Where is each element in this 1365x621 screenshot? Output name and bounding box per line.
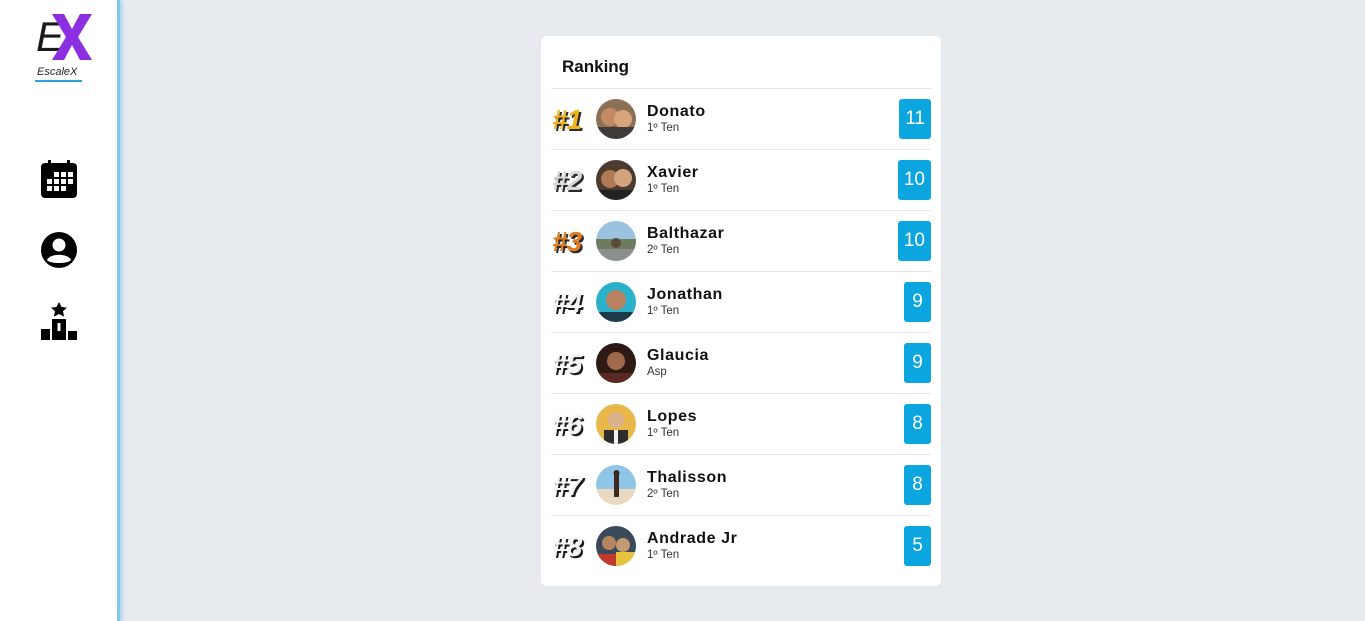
- logo-underline: [35, 80, 82, 82]
- member-grade: 2º Ten: [647, 244, 680, 256]
- avatar: [596, 343, 636, 383]
- score-badge: 9: [904, 282, 931, 322]
- sidebar: E EscaleX: [0, 0, 120, 621]
- member-grade: 1º Ten: [647, 305, 680, 317]
- member-name: Balthazar: [647, 225, 725, 242]
- avatar: [596, 282, 636, 322]
- logo-x-mark: [52, 14, 92, 60]
- avatar: [596, 221, 636, 261]
- score-badge: 8: [904, 465, 931, 505]
- nav-ranking[interactable]: [40, 302, 78, 340]
- avatar: [596, 404, 636, 444]
- nav-calendar[interactable]: [40, 160, 78, 198]
- ranking-row[interactable]: #6 Lopes 1º Ten 8: [551, 394, 931, 455]
- rank-position: #8: [552, 531, 582, 562]
- nav-profile[interactable]: [40, 231, 78, 269]
- avatar: [596, 99, 636, 139]
- rank-position: #2: [552, 165, 582, 196]
- member-name: Jonathan: [647, 286, 723, 303]
- score-badge: 10: [897, 221, 931, 261]
- logo-name: EscaleX: [37, 66, 78, 78]
- rank-position: #1: [552, 104, 582, 135]
- member-grade: 2º Ten: [647, 488, 680, 500]
- score-badge: 8: [904, 404, 931, 444]
- ranking-row[interactable]: #7 Thalisson 2º Ten 8: [551, 455, 931, 516]
- member-name: Thalisson: [647, 469, 728, 486]
- rank-position: #3: [552, 226, 582, 257]
- member-name: Andrade Jr: [647, 530, 738, 547]
- ranking-row[interactable]: #4 Jonathan 1º Ten 9: [551, 272, 931, 333]
- member-grade: 1º Ten: [647, 183, 680, 195]
- member-grade: 1º Ten: [647, 427, 680, 439]
- ranking-card: Ranking #1 Donato 1º Ten 11 #2 Xavier 1º…: [541, 36, 941, 586]
- score-badge: 10: [897, 160, 931, 200]
- ranking-row[interactable]: #5 Glaucia Asp 9: [551, 333, 931, 394]
- avatar: [596, 160, 636, 200]
- member-name: Xavier: [647, 164, 699, 181]
- rank-position: #5: [552, 348, 582, 379]
- score-badge: 5: [904, 526, 931, 566]
- score-badge: 11: [899, 99, 931, 139]
- ranking-row[interactable]: #3 Balthazar 2º Ten 10: [551, 211, 931, 272]
- rank-position: #6: [552, 409, 582, 440]
- avatar: [596, 526, 636, 566]
- score-badge: 9: [904, 343, 931, 383]
- member-grade: Asp: [647, 366, 667, 378]
- app-logo[interactable]: E EscaleX: [34, 12, 94, 84]
- ranking-row[interactable]: #8 Andrade Jr 1º Ten 5: [551, 516, 931, 577]
- rank-position: #4: [552, 287, 582, 318]
- member-grade: 1º Ten: [647, 549, 680, 561]
- member-name: Lopes: [647, 408, 698, 425]
- rank-position: #7: [552, 470, 582, 501]
- account-circle-icon: [41, 232, 77, 268]
- ranking-title: Ranking: [562, 57, 630, 76]
- ranking-row[interactable]: #1 Donato 1º Ten 11: [551, 89, 931, 150]
- ranking-row[interactable]: #2 Xavier 1º Ten 10: [551, 150, 931, 211]
- member-name: Glaucia: [647, 347, 710, 364]
- podium-star-icon: [41, 302, 77, 340]
- member-name: Donato: [647, 103, 706, 120]
- member-grade: 1º Ten: [647, 122, 680, 134]
- avatar: [596, 465, 636, 505]
- calendar-icon: [41, 160, 77, 198]
